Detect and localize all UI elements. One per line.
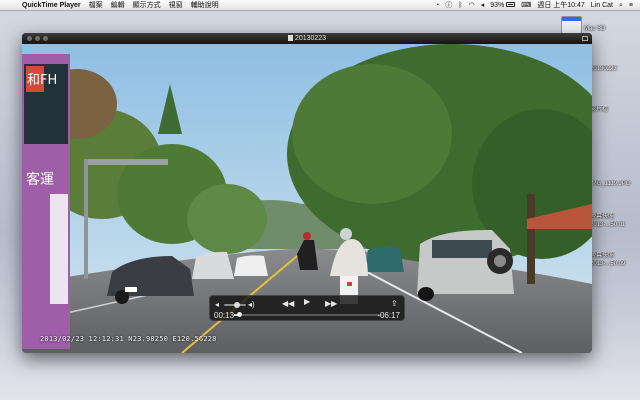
menu-edit[interactable]: 編輯 [107,0,129,11]
suv-wheel [418,287,434,301]
document-icon [287,35,293,41]
share-icon[interactable]: ⇪ [391,300,398,308]
fullscreen-icon[interactable] [582,36,588,41]
rewind-button[interactable]: ◀◀ [282,300,294,308]
scrubber-playhead[interactable] [236,312,242,317]
scrubber-track[interactable] [234,314,382,316]
notification-center-icon[interactable]: ≡ [626,0,636,11]
rider-helmet-far [303,232,311,240]
dark-sedan-plate [125,287,137,292]
time-remaining: -06:17 [377,311,400,320]
teal-car [364,246,404,272]
suv-spare-hub [494,255,506,267]
scooter-taillight [347,282,352,286]
volume-icon[interactable]: ◂ [478,0,488,11]
notification-icon[interactable]: ⓘ [442,0,455,11]
bus-body-text: 客運 [26,171,54,188]
rider-helmet-near [340,228,352,240]
tree-trunk [527,194,535,284]
playback-controls: ◂ ◂) ◀◀ ▶ ▶▶ ⇪ 00:13 -06:17 [209,295,405,321]
tree-left-3 [187,184,267,254]
quicktime-window: 20130223 和FH 客運 2013/02/23 12:12:31 N23.… [22,33,592,353]
drive-label[interactable]: Mac SD [584,26,605,32]
menu-window[interactable]: 視窗 [165,0,187,11]
app-menu-quicktime[interactable]: QuickTime Player [18,0,85,11]
video-frame[interactable]: 和FH 客運 2013/02/23 12:12:31 N23.98250 E12… [22,44,592,353]
fast-forward-button[interactable]: ▶▶ [325,300,337,308]
tree-right-2 [292,64,452,204]
menu-bar: QuickTime Player 檔案 編輯 顯示方式 視窗 輔助說明 ◔ ⓘ … [0,0,640,11]
desktop-item-screenshot-2-name[interactable]: 2013-...50.09 [590,260,638,268]
timemachine-icon[interactable]: ◔ [432,0,442,11]
menu-view[interactable]: 顯示方式 [129,0,165,11]
white-car-2 [234,255,268,276]
spotlight-icon[interactable]: ⌕ [616,0,626,11]
desktop-item-video-file[interactable]: 影片檔 [590,106,638,114]
overhead-gantry [84,159,168,165]
window-title: 20130223 [22,33,592,44]
volume-knob[interactable] [234,302,241,308]
gantry-pole [84,159,88,279]
desktop-item-folder[interactable]: 20130223 [590,65,638,73]
bus-sign-text: 和FH [27,73,57,88]
battery-icon [506,2,516,8]
video-overlay-timestamp: 2013/02/23 12:12:31 N23.98250 E120.56228 [40,335,217,343]
battery-status[interactable]: 93% [487,0,518,11]
clock[interactable]: 週日 上午10:47 [534,0,587,11]
desktop-item-jpg[interactable]: IMG_1119.JPG [590,180,638,188]
wifi-icon[interactable]: ◠ [466,0,478,11]
input-source-icon[interactable]: ⌨ [518,0,534,11]
bluetooth-icon[interactable]: ᛒ [455,0,465,11]
window-titlebar[interactable]: 20130223 [22,33,592,44]
suv-rear-window [432,240,492,258]
time-elapsed: 00:13 [214,311,235,320]
desktop-item-screenshot-1-title[interactable]: 螢幕快照 [590,213,638,221]
volume-low-icon[interactable]: ◂ [215,301,219,309]
play-button[interactable]: ▶ [304,298,310,306]
desktop-item-screenshot-1-name[interactable]: 2013-...50.01 [590,221,638,229]
menu-file[interactable]: 檔案 [85,0,107,11]
volume-high-icon[interactable]: ◂) [248,301,255,309]
bus-door [50,194,68,304]
user-menu[interactable]: Lin Cat [588,0,616,11]
desktop-item-screenshot-2-title[interactable]: 螢幕快照 [590,252,638,260]
menu-help[interactable]: 輔助說明 [187,0,223,11]
dark-sedan-wheel [115,290,129,304]
